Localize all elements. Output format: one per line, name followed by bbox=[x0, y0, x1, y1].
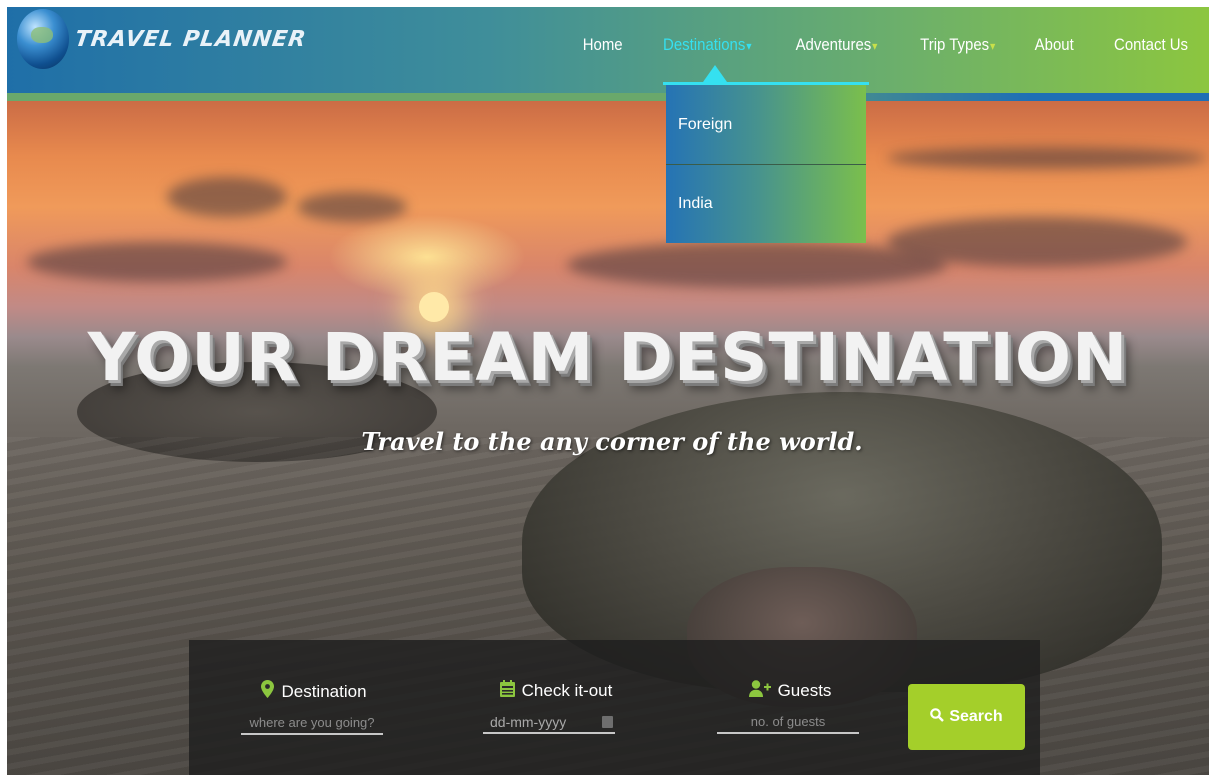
nav-contact-us-label: Contact Us bbox=[1113, 35, 1188, 54]
destination-input[interactable] bbox=[241, 712, 383, 735]
hero-headline: YOUR DREAM DESTINATION bbox=[87, 319, 1129, 396]
search-icon bbox=[930, 707, 945, 727]
add-user-icon bbox=[748, 680, 771, 702]
map-pin-icon bbox=[261, 680, 275, 703]
nav-contact-us[interactable]: Contact Us bbox=[1100, 35, 1202, 55]
logo[interactable]: TRAVEL PLANNER bbox=[17, 9, 308, 69]
header-stripe bbox=[7, 93, 1209, 101]
sun bbox=[419, 292, 449, 322]
checkout-field: Check it-out dd-mm-yyyy bbox=[483, 680, 629, 734]
nav-adventures[interactable]: Adventures▾ bbox=[781, 35, 891, 55]
destinations-dropdown: Foreign India bbox=[666, 85, 866, 243]
caret-down-icon: ▾ bbox=[872, 39, 878, 53]
nav-home-label: Home bbox=[582, 35, 623, 54]
destination-field: Destination bbox=[241, 680, 387, 735]
checkout-label: Check it-out bbox=[521, 681, 613, 700]
nav-trip-types[interactable]: Trip Types▾ bbox=[906, 35, 1009, 55]
booking-form: Destination Check it-out dd-mm-yyyy Gu bbox=[189, 640, 1040, 775]
nav-destinations-label: Destinations bbox=[663, 35, 746, 54]
dropdown-arrow bbox=[703, 65, 727, 82]
nav-about-label: About bbox=[1035, 35, 1075, 54]
calendar-icon bbox=[499, 680, 515, 702]
main-nav: Home Destinations▾ Adventures▾ Trip Type… bbox=[564, 7, 1209, 83]
caret-down-icon: ▾ bbox=[746, 39, 752, 53]
nav-adventures-label: Adventures bbox=[795, 35, 872, 54]
nav-home[interactable]: Home bbox=[569, 35, 637, 55]
checkout-date-input[interactable]: dd-mm-yyyy bbox=[483, 711, 615, 734]
header: TRAVEL PLANNER Home Destinations▾ Advent… bbox=[7, 7, 1209, 93]
caret-down-icon: ▾ bbox=[990, 39, 996, 53]
globe-icon bbox=[17, 9, 69, 69]
page: TRAVEL PLANNER Home Destinations▾ Advent… bbox=[7, 7, 1209, 775]
dropdown-item-foreign[interactable]: Foreign bbox=[666, 85, 866, 164]
nav-trip-types-label: Trip Types bbox=[920, 35, 990, 54]
nav-about[interactable]: About bbox=[1021, 35, 1088, 55]
destination-label: Destination bbox=[281, 681, 367, 701]
nav-destinations[interactable]: Destinations▾ bbox=[649, 35, 766, 55]
checkout-date-value: dd-mm-yyyy bbox=[490, 714, 567, 730]
guests-label: Guests bbox=[777, 681, 832, 700]
search-button[interactable]: Search bbox=[908, 684, 1025, 750]
dropdown-item-india[interactable]: India bbox=[666, 164, 866, 243]
hero-tagline: Travel to the any corner of the world. bbox=[361, 427, 863, 456]
guests-field: Guests bbox=[717, 680, 863, 734]
guests-input[interactable] bbox=[717, 711, 859, 734]
logo-text: TRAVEL PLANNER bbox=[73, 26, 308, 52]
date-picker-icon[interactable] bbox=[602, 716, 613, 728]
search-button-label: Search bbox=[949, 708, 1003, 725]
